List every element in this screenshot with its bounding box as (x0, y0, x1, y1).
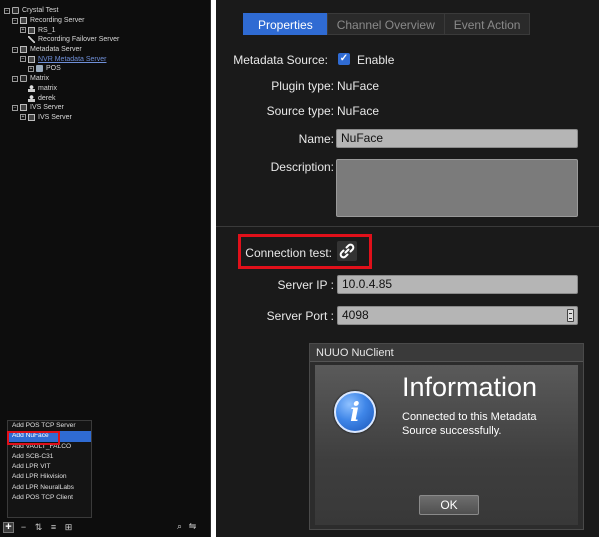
properties-panel: Properties Channel Overview Event Action… (216, 0, 599, 537)
description-label: Description: (270, 160, 334, 174)
tree-node-matrix-child[interactable]: matrix (4, 84, 119, 94)
ok-button[interactable]: OK (419, 495, 479, 515)
collapse-icon[interactable]: − (12, 104, 18, 111)
expand-icon[interactable]: + (28, 65, 34, 72)
ivs-server-icon (28, 113, 35, 121)
tree-toolbar: + − ⇅ ≡ ⊞ ⌕ ⇋ (0, 517, 210, 537)
tab-event-action[interactable]: Event Action (443, 13, 531, 35)
tree-label: derek (38, 94, 56, 102)
tree-node-recording-server[interactable]: − Recording Server (4, 16, 119, 26)
server-port-value: 4098 (342, 308, 369, 322)
user-icon (28, 94, 35, 102)
plugin-type-label: Plugin type: (271, 79, 334, 93)
tree-node-rs1[interactable]: + RS_1 (4, 25, 119, 35)
tree-label: Metadata Server (30, 46, 82, 54)
tree-label: IVS Server (30, 104, 64, 112)
device-tree: − Crystal Test − Recording Server + RS_1… (4, 6, 119, 122)
server-icon (28, 26, 35, 34)
connection-test-button[interactable] (337, 241, 357, 261)
remove-icon[interactable]: − (18, 522, 29, 533)
server-ip-input[interactable]: 10.0.4.85 (337, 275, 578, 294)
add-icon[interactable]: + (3, 521, 14, 533)
info-dialog: NUUO NuClient i Information Connected to… (309, 343, 584, 530)
tree-node-ivs-child[interactable]: + IVS Server (4, 113, 119, 123)
collapse-icon[interactable]: − (4, 7, 10, 14)
dialog-message: Connected to this Metadata Source succes… (402, 411, 537, 437)
dialog-body: i Information Connected to this Metadata… (315, 365, 578, 525)
dialog-heading: Information (402, 372, 538, 402)
tree-node-derek[interactable]: derek (4, 93, 119, 103)
menu-item-add-nuface[interactable]: Add NuFace (8, 431, 91, 442)
tree-label: Crystal Test (22, 7, 59, 15)
source-type-label: Source type: (266, 104, 334, 118)
metadata-source-label: Metadata Source: (233, 53, 328, 67)
tree-label: IVS Server (38, 113, 72, 121)
metadata-source-icon (28, 55, 35, 63)
dialog-title: NUUO NuClient (310, 344, 583, 362)
sort-icon[interactable]: ⇅ (33, 522, 44, 533)
collapse-icon[interactable]: − (12, 17, 18, 24)
collapse-icon[interactable]: − (12, 75, 18, 82)
tab-bar: Properties Channel Overview Event Action (243, 13, 531, 35)
tree-node-nvr-metadata[interactable]: − NVR Metadata Server (4, 54, 119, 64)
tree-label: Recording Server (30, 17, 85, 25)
menu-item-add-lpr-neurallabs[interactable]: Add LPR NeuralLabs (8, 483, 91, 493)
tree-node-matrix[interactable]: − Matrix (4, 74, 119, 84)
tree-label: Recording Failover Server (38, 36, 120, 44)
connection-test-label: Connection test: (245, 246, 332, 260)
server-icon (20, 17, 27, 25)
enable-label: Enable (357, 53, 395, 67)
menu-item-add-lpr-vit[interactable]: Add LPR VIT (8, 462, 91, 472)
tree-label: matrix (38, 84, 58, 92)
section-divider (216, 226, 599, 227)
add-metadata-menu: Add POS TCP Server Add NuFace Add VAULT_… (7, 420, 92, 518)
menu-item-add-vault-falco[interactable]: Add VAULT_FALCO (8, 442, 91, 452)
collapse-icon[interactable]: − (20, 56, 26, 63)
source-type-value: NuFace (337, 104, 380, 118)
tab-properties[interactable]: Properties (243, 13, 327, 35)
tree-node-metadata-server[interactable]: − Metadata Server (4, 45, 119, 55)
enable-checkbox[interactable]: ✓ (338, 53, 350, 65)
server-port-label: Server Port : (266, 309, 334, 323)
expand-icon[interactable]: + (20, 27, 26, 34)
list-icon[interactable]: ≡ (48, 522, 59, 533)
failover-icon (28, 36, 35, 44)
name-label: Name: (298, 132, 334, 146)
tree-node-ivs-server[interactable]: − IVS Server (4, 103, 119, 113)
tree-label: RS_1 (38, 26, 56, 34)
pos-icon (36, 65, 43, 73)
search-icon[interactable]: ⌕ (174, 521, 185, 532)
tree-node-pos[interactable]: + POS (4, 64, 119, 74)
link-icon (339, 243, 355, 259)
tab-channel-overview[interactable]: Channel Overview (326, 13, 444, 35)
menu-item-add-lpr-hikvision[interactable]: Add LPR Hikvision (8, 472, 91, 482)
tree-node-root[interactable]: − Crystal Test (4, 6, 119, 16)
tree-label: NVR Metadata Server (38, 55, 107, 63)
menu-item-add-scb-c31[interactable]: Add SCB-C31 (8, 452, 91, 462)
menu-item-add-pos-tcp-client[interactable]: Add POS TCP Client (8, 493, 91, 503)
expand-icon[interactable]: + (20, 114, 26, 121)
spinner-icon[interactable] (567, 309, 574, 322)
tree-node-failover[interactable]: Recording Failover Server (4, 35, 119, 45)
plugin-type-value: NuFace (337, 79, 380, 93)
user-icon (28, 84, 35, 92)
menu-item-add-pos-tcp-server[interactable]: Add POS TCP Server (8, 421, 91, 431)
matrix-icon (20, 75, 27, 83)
name-input[interactable]: NuFace (336, 129, 578, 148)
filter-icon[interactable]: ⇋ (187, 521, 198, 532)
metadata-server-icon (20, 46, 27, 54)
server-ip-label: Server IP : (277, 278, 334, 292)
tree-view-icon[interactable]: ⊞ (63, 522, 74, 533)
tree-label: Matrix (30, 75, 50, 83)
info-icon: i (334, 391, 376, 433)
server-port-input[interactable]: 4098 (337, 306, 578, 325)
collapse-icon[interactable]: − (12, 46, 18, 53)
ivs-server-icon (20, 104, 27, 112)
device-tree-panel: − Crystal Test − Recording Server + RS_1… (0, 0, 211, 537)
description-textarea[interactable] (336, 159, 578, 217)
site-icon (12, 7, 19, 15)
tree-label: POS (46, 65, 61, 73)
